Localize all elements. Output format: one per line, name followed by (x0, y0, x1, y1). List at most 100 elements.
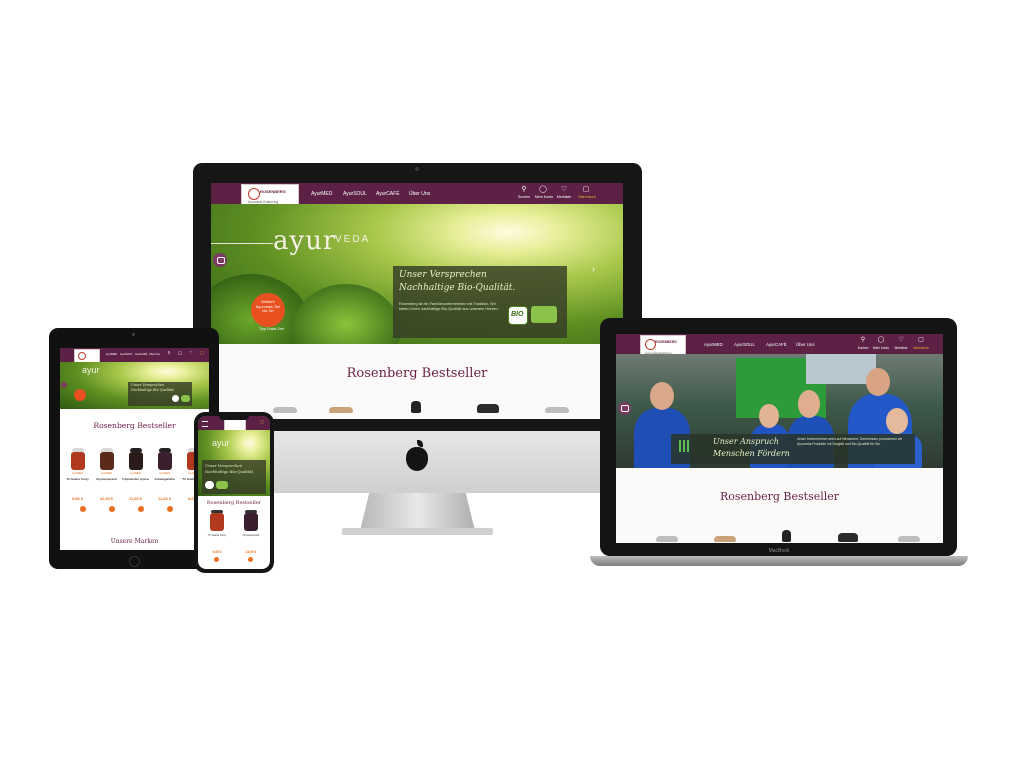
bio-seal (172, 395, 179, 402)
tablet-home-button[interactable] (129, 556, 140, 567)
product-card[interactable]: AyurMED Chyavanprash 22,90 € (93, 448, 120, 534)
product-name[interactable]: Tri Gasha Curry (64, 477, 91, 481)
add-to-cart-button[interactable] (167, 506, 173, 512)
imac-bestseller-title: Rosenberg Bestseller (346, 366, 488, 381)
hero-brand-line (211, 243, 273, 244)
product-price: 11,60 € (128, 496, 143, 501)
promise-line1: Unser Versprechen (399, 270, 487, 280)
product-name[interactable]: Triphala Bio Ayurveda (122, 477, 149, 481)
product-card[interactable]: Chyavanprash 22,90 € (236, 510, 266, 566)
imac-foot (342, 528, 493, 535)
product-price: 9,80 € (71, 496, 84, 501)
account-icon[interactable]: ◯ (876, 336, 886, 343)
worker-head (759, 404, 779, 428)
nav-ayurmed[interactable]: AyurMED (704, 342, 723, 347)
eu-organic-leaf-icon (216, 481, 228, 489)
chat-button[interactable] (618, 402, 631, 415)
account-icon[interactable]: ◯ (538, 185, 548, 193)
add-to-cart-button[interactable] (80, 506, 86, 512)
cart-icon[interactable]: ▢ (258, 419, 266, 424)
claim-logo-icon (679, 440, 691, 452)
product-jar (129, 452, 143, 470)
cart-icon[interactable]: ▢ (916, 336, 926, 343)
add-to-cart-button[interactable] (214, 557, 219, 562)
worker-head (798, 390, 820, 418)
apple-logo-leaf-icon (417, 440, 423, 447)
product-name[interactable]: Tri Gasha Curry (202, 534, 232, 537)
product-name[interactable]: Ashwagandha (151, 477, 178, 481)
product-lid (714, 536, 736, 542)
nav-ayurcafe[interactable]: AyurCAFÉ (135, 353, 147, 356)
promise-body: Rosenberg ist ein Familienunternehmen mi… (399, 302, 499, 312)
phone-notch (219, 415, 249, 420)
product-card[interactable]: AyurMED Triphala Bio Ayurveda 11,60 € (122, 448, 149, 534)
claim-panel: Unser Anspruch Menschen Fördern Unser Un… (671, 434, 915, 464)
bio-seal-label: BIO (511, 311, 524, 318)
product-lid (329, 407, 353, 413)
tablet-screen: AyurMED AyurSOUL AyurCAFÉ Über Uns ⚲ ◯ ♡… (60, 348, 209, 550)
product-brand: AyurMED (100, 472, 113, 475)
nav-ayurcafe[interactable]: AyurCAFÉ (766, 342, 787, 347)
promo-badge[interactable]: Weitere Ayurveda-Tee bis 3x! (251, 293, 285, 327)
apple-logo-icon (406, 447, 428, 471)
heart-icon[interactable]: ♡ (559, 185, 569, 193)
product-price: 22,90 € (99, 496, 114, 501)
rosenberg-logo-icon (78, 352, 86, 360)
product-price: 11,60 € (157, 496, 172, 501)
account-icon[interactable]: ◯ (176, 350, 184, 355)
promo-badge[interactable] (74, 389, 86, 401)
rosenberg-logo-icon (248, 188, 260, 200)
product-brand: AyurMED (129, 472, 142, 475)
worker-head (650, 382, 674, 410)
product-price: 22,90 € (245, 550, 257, 554)
promo-tip-label: Tipp (259, 327, 266, 331)
eu-organic-leaf-icon (181, 395, 190, 402)
imac-stand (360, 493, 475, 531)
nav-ayurmed[interactable]: AyurMED (106, 353, 117, 356)
claim-body: Unser Unternehmen setzt auf Menschen. Ge… (797, 437, 903, 446)
nav-ayursoul[interactable]: AyurSOUL (734, 342, 755, 347)
eu-organic-leaf-icon (531, 306, 557, 323)
promise-line2: Nachhaltige Bio-Qualität. (399, 283, 516, 293)
tablet-hero: ayur Unser Versprechen Nachhaltige Bio-Q… (60, 362, 209, 409)
nav-ueber-uns[interactable]: Über Uns (409, 191, 430, 197)
nav-ueber-uns[interactable]: Über Uns (796, 342, 815, 347)
product-card[interactable]: Tri Gasha Curry 9,80 € (202, 510, 232, 566)
cart-label: Warenkorb (578, 195, 596, 199)
product-card[interactable]: AyurMED Ashwagandha 11,60 € (151, 448, 178, 534)
laptop-screen: ROSENBERG Ayurveda Erfahrung seit Bio-Qu… (616, 334, 943, 543)
product-card[interactable]: AyurMED Tri Gasha Curry 9,80 € (64, 448, 91, 534)
imac-camera (415, 167, 419, 171)
cart-icon[interactable]: ▢ (581, 185, 591, 193)
heart-icon[interactable]: ♡ (187, 350, 195, 355)
add-to-cart-button[interactable] (109, 506, 115, 512)
product-name[interactable]: Chyavanprash (236, 534, 266, 537)
tablet-nav: AyurMED AyurSOUL AyurCAFÉ Über Uns ⚲ ◯ ♡… (60, 348, 209, 367)
heart-icon[interactable]: ♡ (896, 336, 906, 343)
imac-nav: ROSENBERG Ayurveda Erfahrung seit Bio-Qu… (211, 183, 623, 213)
nav-ayursoul[interactable]: AyurSOUL (343, 191, 367, 197)
tablet-brands-title: Unsere Marken (110, 538, 159, 545)
nav-ayurmed[interactable]: AyurMED (311, 191, 332, 197)
search-icon[interactable]: ⚲ (519, 185, 529, 193)
nav-ayurcafe[interactable]: AyurCAFÉ (376, 191, 400, 197)
nav-ueber-uns[interactable]: Über Uns (149, 353, 160, 356)
chat-button[interactable] (213, 253, 227, 267)
product-jar (71, 452, 85, 470)
chat-button[interactable] (61, 382, 67, 388)
promise-panel: Unser Versprechen Nachhaltige Bio-Qualit… (128, 382, 192, 406)
phone-hero: ayur VEDA Unser Versprechen Nachhaltige … (198, 430, 270, 496)
add-to-cart-button[interactable] (138, 506, 144, 512)
slider-next-icon[interactable]: › (592, 264, 595, 274)
product-name[interactable]: Chyavanprash (93, 477, 120, 481)
phone-screen: ▢ ayur VEDA Unser Versprechen Nachhaltig… (198, 416, 270, 569)
menu-icon[interactable] (202, 421, 208, 427)
tablet-camera (132, 333, 135, 336)
cart-icon[interactable]: ▢ (198, 350, 206, 355)
laptop-hero-photo: Unser Anspruch Menschen Fördern Unser Un… (616, 354, 943, 468)
nav-ayursoul[interactable]: AyurSOUL (120, 353, 132, 356)
add-to-cart-button[interactable] (248, 557, 253, 562)
search-icon[interactable]: ⚲ (858, 336, 868, 343)
laptop-base: MacBook (590, 548, 968, 566)
search-icon[interactable]: ⚲ (165, 350, 173, 355)
